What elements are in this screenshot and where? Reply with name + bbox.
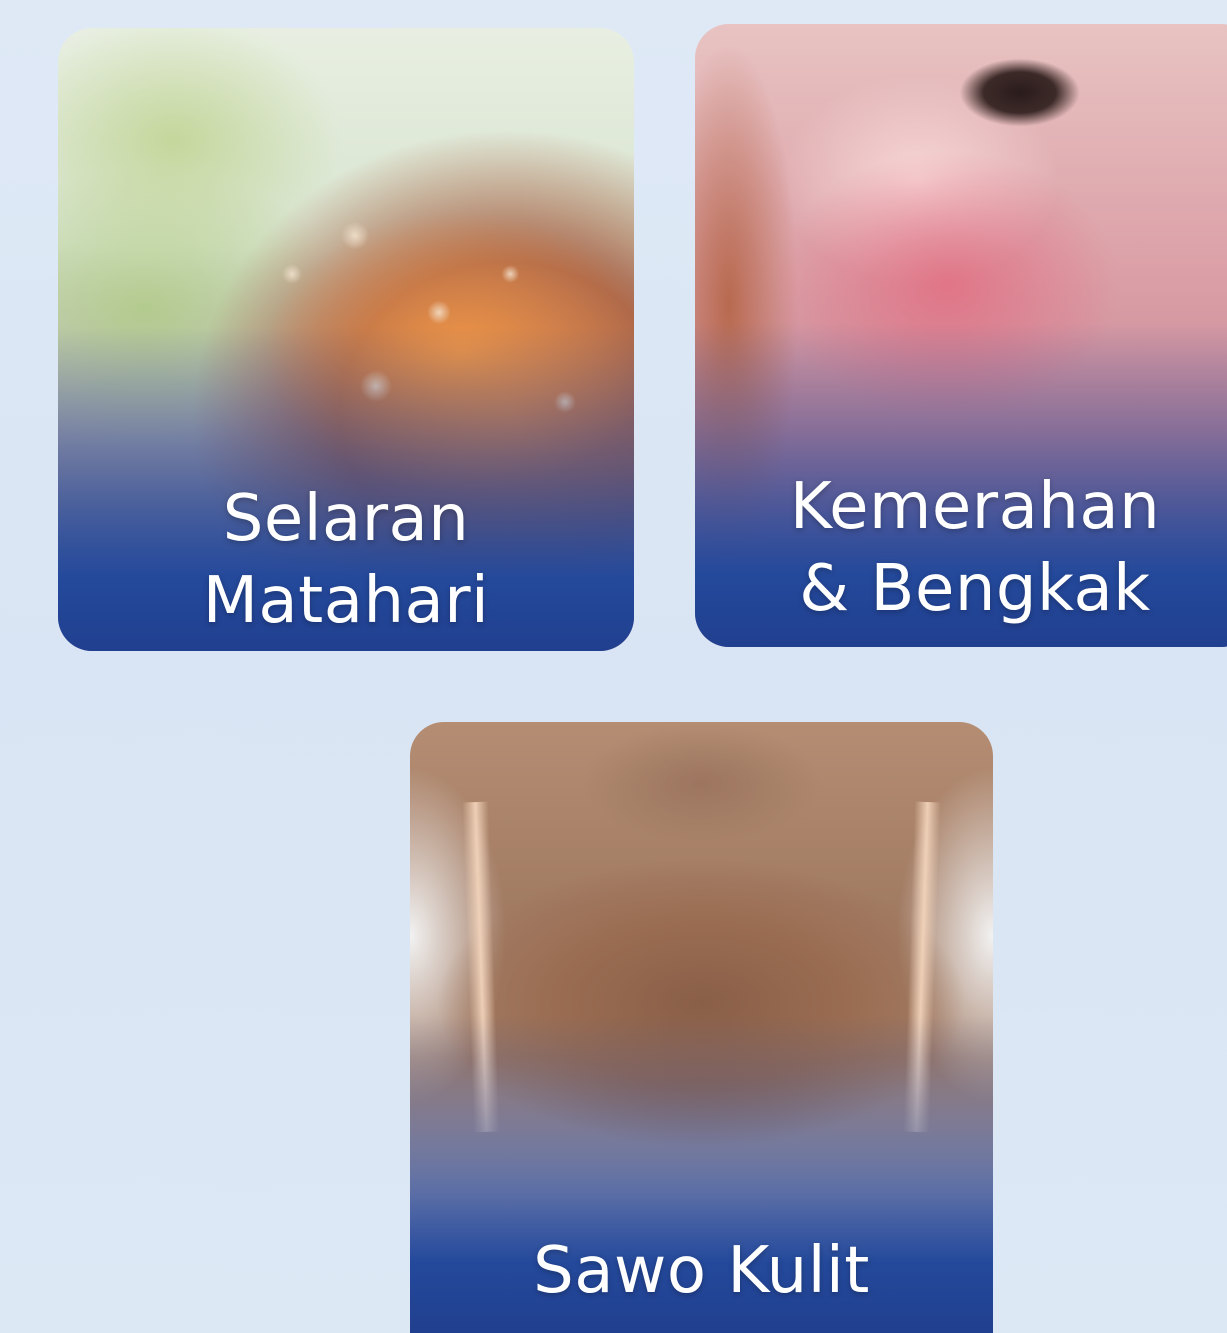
- label-line-1: Selaran: [222, 482, 470, 556]
- label-line-1: Kemerahan: [789, 470, 1161, 544]
- card-label: Selaran Matahari: [58, 478, 634, 642]
- label-line-2: & Bengkak: [799, 552, 1151, 626]
- card-label: Sawo Kulit: [410, 1230, 993, 1312]
- card-label: Kemerahan & Bengkak: [695, 466, 1227, 630]
- card-redness-swelling: Kemerahan & Bengkak: [695, 24, 1227, 647]
- card-sunburn: Selaran Matahari: [58, 28, 634, 651]
- label-line-1: Sawo Kulit: [533, 1234, 870, 1308]
- label-line-2: Matahari: [202, 564, 490, 638]
- card-skin-tan: Sawo Kulit: [410, 722, 993, 1333]
